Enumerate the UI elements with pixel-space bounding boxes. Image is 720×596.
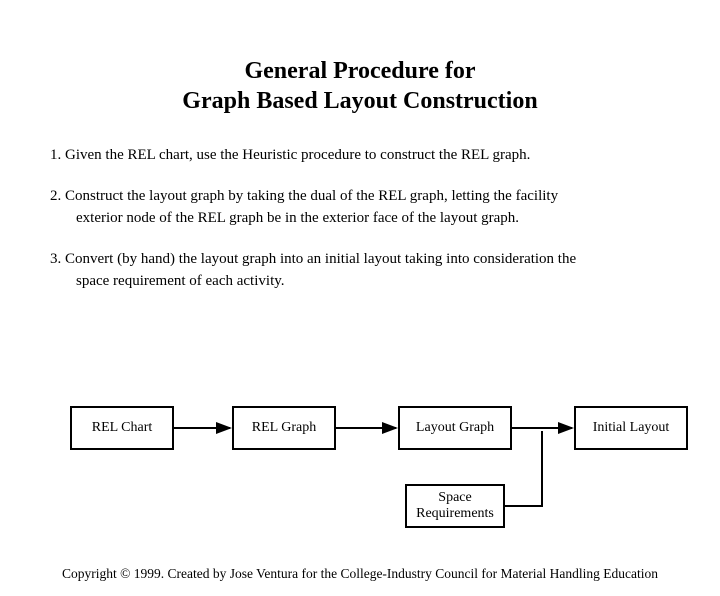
footer-text: Copyright © 1999. Created by Jose Ventur… bbox=[62, 566, 658, 581]
step-2: 2. Construct the layout graph by taking … bbox=[50, 185, 670, 230]
step-1: 1. Given the REL chart, use the Heuristi… bbox=[50, 144, 670, 167]
step-3: 3. Convert (by hand) the layout graph in… bbox=[50, 248, 670, 293]
step-number: 1. bbox=[50, 147, 61, 163]
procedure-steps: 1. Given the REL chart, use the Heuristi… bbox=[50, 144, 670, 293]
step-text: Convert (by hand) the layout graph into … bbox=[65, 251, 576, 267]
box-layout-graph: Layout Graph bbox=[398, 406, 512, 450]
box-space-requirements: Space Requirements bbox=[405, 484, 505, 528]
box-label: REL Graph bbox=[252, 420, 316, 436]
step-text: Construct the layout graph by taking the… bbox=[65, 188, 558, 204]
box-label: Initial Layout bbox=[593, 420, 670, 436]
step-text-cont: exterior node of the REL graph be in the… bbox=[68, 207, 670, 230]
box-rel-chart: REL Chart bbox=[70, 406, 174, 450]
title-line-2: Graph Based Layout Construction bbox=[182, 88, 537, 114]
step-text-cont: space requirement of each activity. bbox=[68, 270, 670, 293]
box-rel-graph: REL Graph bbox=[232, 406, 336, 450]
step-number: 3. bbox=[50, 251, 61, 267]
flow-diagram: REL Chart REL Graph Layout Graph Initial… bbox=[0, 406, 720, 546]
box-label: REL Chart bbox=[92, 420, 153, 436]
step-number: 2. bbox=[50, 188, 61, 204]
box-initial-layout: Initial Layout bbox=[574, 406, 688, 450]
slide-title: General Procedure for Graph Based Layout… bbox=[0, 56, 720, 116]
box-label: Space Requirements bbox=[413, 490, 497, 522]
title-line-1: General Procedure for bbox=[244, 58, 475, 84]
box-label: Layout Graph bbox=[416, 420, 494, 436]
step-text: Given the REL chart, use the Heuristic p… bbox=[65, 147, 530, 163]
copyright-footer: Copyright © 1999. Created by Jose Ventur… bbox=[0, 566, 720, 582]
